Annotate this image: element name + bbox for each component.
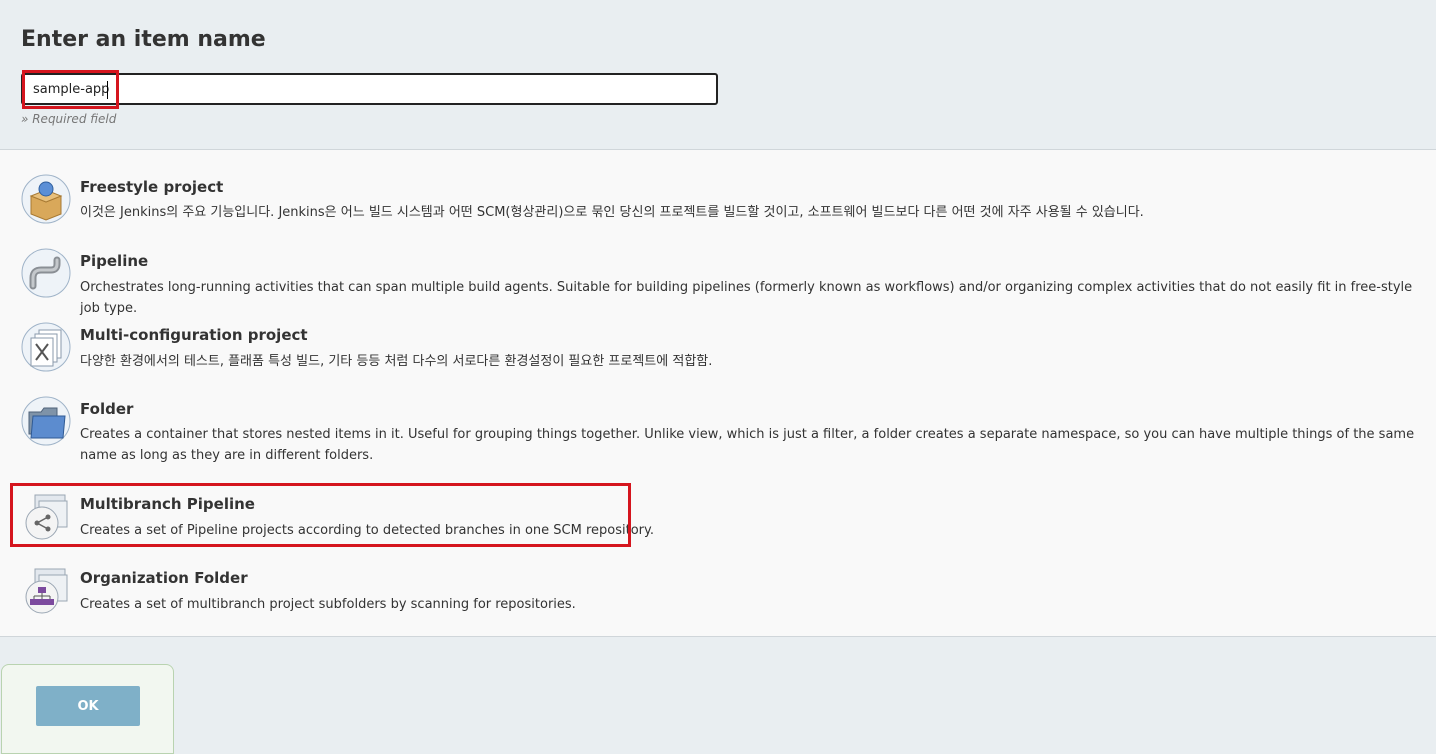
- multibranch-icon: [25, 494, 68, 540]
- item-type-description: Creates a set of multibranch project sub…: [80, 597, 576, 612]
- text-cursor: [107, 81, 108, 99]
- item-type-title: Organization Folder: [80, 569, 248, 587]
- item-type-title: Folder: [80, 400, 134, 418]
- item-name-input[interactable]: [21, 73, 718, 105]
- item-type-description: 이것은 Jenkins의 주요 기능입니다. Jenkins은 어느 빌드 시스…: [80, 205, 1144, 220]
- item-type-title: Multibranch Pipeline: [80, 495, 255, 513]
- organization-folder-icon: [25, 568, 68, 614]
- item-type-list: Freestyle project 이것은 Jenkins의 주요 기능입니다.…: [0, 149, 1436, 637]
- item-type-title: Freestyle project: [80, 178, 224, 196]
- page-title: Enter an item name: [21, 27, 266, 52]
- item-type-description: Orchestrates long-running activities tha…: [80, 280, 1413, 316]
- item-type-description: Creates a set of Pipeline projects accor…: [80, 523, 654, 538]
- item-type-title: Pipeline: [80, 252, 149, 270]
- multi-config-icon: [21, 322, 71, 372]
- folder-icon: [21, 396, 71, 446]
- ok-button[interactable]: OK: [36, 686, 140, 726]
- item-name-header: Enter an item name » Required field: [0, 0, 1436, 149]
- item-type-title: Multi-configuration project: [80, 326, 308, 344]
- item-type-description: Creates a container that stores nested i…: [80, 427, 1415, 463]
- pipeline-pipe-icon: [21, 248, 71, 298]
- required-field-note: » Required field: [21, 112, 117, 126]
- freestyle-box-icon: [21, 174, 71, 224]
- item-type-description: 다양한 환경에서의 테스트, 플래폼 특성 빌드, 기타 등등 처럼 다수의 서…: [80, 354, 713, 369]
